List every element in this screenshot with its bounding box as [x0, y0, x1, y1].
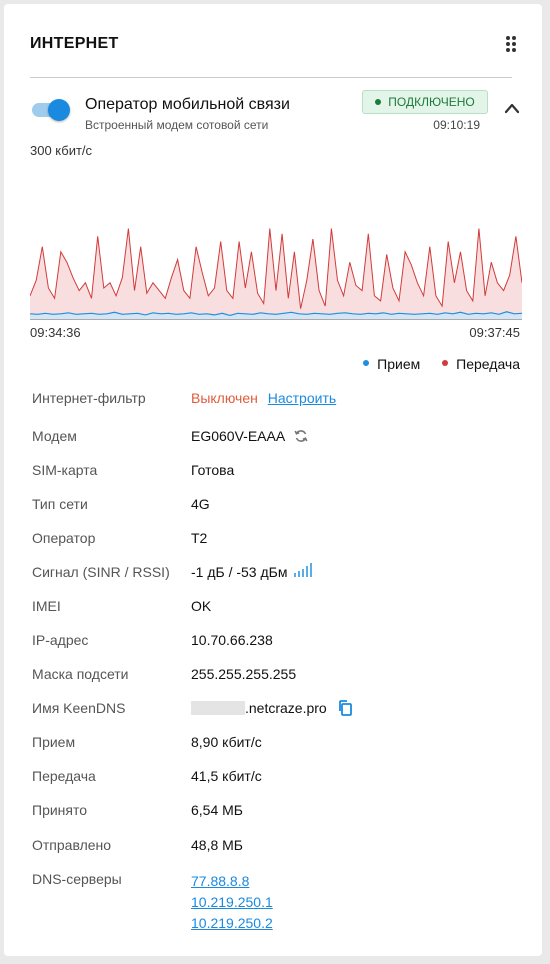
chart-legend: Прием Передача: [345, 356, 520, 372]
status-badge: ПОДКЛЮЧЕНО: [362, 90, 488, 114]
modem-label: Модем: [32, 428, 77, 444]
uptime: 09:10:19: [433, 118, 480, 132]
traffic-chart: [30, 228, 522, 320]
net-type-label: Тип сети: [32, 496, 88, 512]
chart-x-start: 09:34:36: [30, 325, 81, 340]
signal-text: -1 дБ / -53 дБм: [191, 564, 288, 580]
received-label: Принято: [32, 802, 88, 818]
dns-server-link[interactable]: 10.219.250.2: [191, 915, 273, 931]
copy-icon[interactable]: [338, 700, 352, 717]
sim-value: Готова: [191, 462, 235, 478]
rx-rate-value: 8,90 кбит/с: [191, 734, 262, 750]
status-text: ПОДКЛЮЧЕНО: [388, 95, 475, 109]
card-header: ИНТЕРНЕТ: [30, 35, 516, 57]
mask-value: 255.255.255.255: [191, 666, 297, 682]
imei-label: IMEI: [32, 598, 61, 614]
tx-rate-value: 41,5 кбит/с: [191, 768, 262, 784]
operator-value: T2: [191, 530, 208, 546]
transmit-dot-icon: [442, 360, 449, 367]
signal-value: -1 дБ / -53 дБм: [191, 563, 313, 580]
signal-label: Сигнал (SINR / RSSI): [32, 564, 170, 580]
tx-rate-label: Передача: [32, 768, 96, 784]
refresh-icon[interactable]: [294, 429, 308, 443]
chart-y-max-label: 300 кбит/с: [30, 143, 93, 158]
internet-card: ИНТЕРНЕТ Оператор мобильной связи Встрое…: [4, 4, 542, 956]
operator-label: Оператор: [32, 530, 96, 546]
interface-toggle[interactable]: [30, 99, 70, 121]
signal-bars-icon: [294, 563, 313, 578]
dns-servers: 77.88.8.8 10.219.250.1 10.219.250.2: [191, 871, 273, 934]
ip-label: IP-адрес: [32, 632, 89, 648]
filter-status: Выключен: [191, 390, 258, 406]
keendns-value: .netcraze.pro: [191, 700, 352, 717]
drag-handle-icon[interactable]: [506, 36, 516, 52]
modem-name: EG060V-EAAA: [191, 428, 285, 444]
imei-value: OK: [191, 598, 212, 614]
modem-value: EG060V-EAAA: [191, 428, 308, 444]
redacted-hostname: [191, 701, 245, 716]
received-value: 6,54 МБ: [191, 802, 243, 818]
dns-server-link[interactable]: 77.88.8.8: [191, 873, 249, 889]
filter-label: Интернет-фильтр: [32, 390, 146, 406]
sent-label: Отправлено: [32, 837, 112, 853]
sent-value: 48,8 МБ: [191, 837, 243, 853]
filter-value: Выключен Настроить: [191, 390, 336, 406]
mask-label: Маска подсети: [32, 666, 129, 682]
legend-transmit: Передача: [442, 356, 520, 372]
interface-subtitle: Встроенный модем сотовой сети: [85, 118, 269, 132]
chart-x-end: 09:37:45: [469, 325, 520, 340]
chevron-up-icon[interactable]: [504, 102, 520, 114]
ip-value: 10.70.66.238: [191, 632, 273, 648]
keendns-domain: .netcraze.pro: [245, 700, 327, 716]
net-type-value: 4G: [191, 496, 210, 512]
legend-receive: Прием: [363, 356, 420, 372]
card-title: ИНТЕРНЕТ: [30, 35, 119, 52]
filter-configure-link[interactable]: Настроить: [268, 390, 336, 406]
rx-rate-label: Прием: [32, 734, 76, 750]
interface-name: Оператор мобильной связи: [85, 96, 290, 113]
keendns-label: Имя KeenDNS: [32, 700, 126, 716]
header-divider: [30, 77, 512, 78]
dns-server-link[interactable]: 10.219.250.1: [191, 894, 273, 910]
sim-label: SIM-карта: [32, 462, 98, 478]
status-dot-icon: [375, 98, 382, 105]
dns-label: DNS-серверы: [32, 871, 122, 887]
receive-dot-icon: [363, 360, 370, 367]
